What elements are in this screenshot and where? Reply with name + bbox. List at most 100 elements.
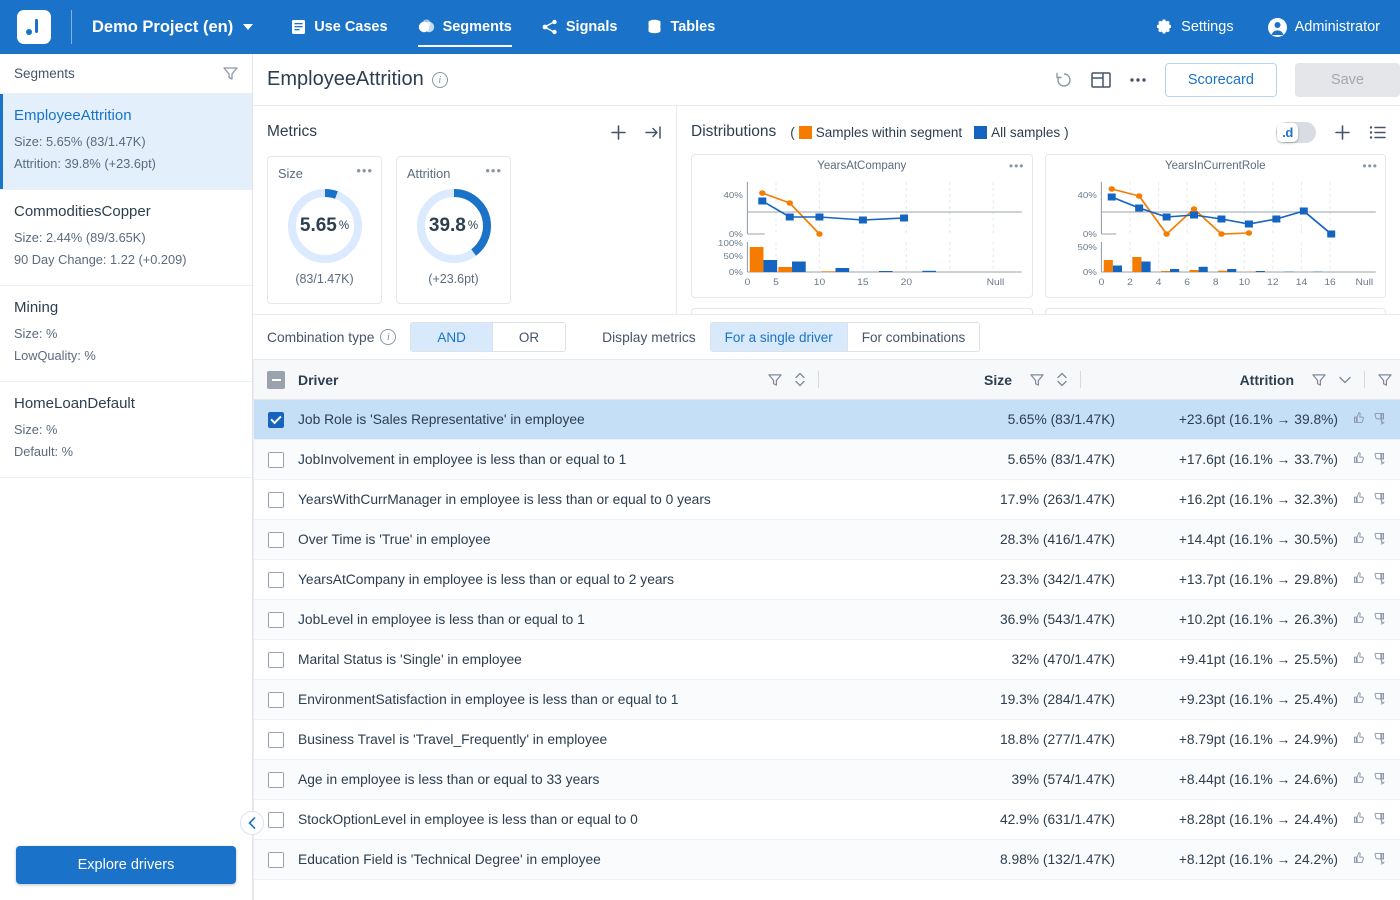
- nav-item-segments[interactable]: Segments: [418, 0, 512, 54]
- sidebar-item-mining[interactable]: Mining Size: % LowQuality: %: [0, 286, 252, 382]
- table-row[interactable]: YearsWithCurrManager in employee is less…: [254, 480, 1400, 520]
- filter-icon[interactable]: [223, 66, 238, 81]
- add-distribution-icon[interactable]: [1334, 124, 1351, 141]
- row-checkbox[interactable]: [254, 612, 298, 628]
- row-checkbox[interactable]: [254, 772, 298, 788]
- thumbs-up-icon[interactable]: [1351, 691, 1365, 708]
- user-menu-button[interactable]: Administrator: [1268, 0, 1380, 54]
- thumbs-up-icon[interactable]: [1351, 851, 1365, 868]
- row-checkbox[interactable]: [254, 572, 298, 588]
- sort-icon[interactable]: [1057, 372, 1067, 387]
- row-checkbox[interactable]: [254, 492, 298, 508]
- distribution-card-partial-1[interactable]: [691, 308, 1033, 314]
- nav-item-use-cases[interactable]: Use Cases: [291, 0, 387, 54]
- combination-and-button[interactable]: AND: [411, 323, 493, 351]
- thumbs-down-icon[interactable]: [1373, 771, 1387, 788]
- thumbs-down-icon[interactable]: [1373, 611, 1387, 628]
- row-checkbox[interactable]: [254, 652, 298, 668]
- sidebar-item-employeeattrition[interactable]: EmployeeAttrition Size: 5.65% (83/1.47K)…: [0, 94, 252, 190]
- thumbs-up-icon[interactable]: [1351, 811, 1365, 828]
- thumbs-down-icon[interactable]: [1373, 731, 1387, 748]
- table-row[interactable]: JobLevel in employee is less than or equ…: [254, 600, 1400, 640]
- thumbs-down-icon[interactable]: [1373, 411, 1387, 428]
- settings-button[interactable]: Settings: [1155, 0, 1233, 54]
- more-icon[interactable]: •••: [1362, 159, 1378, 173]
- more-options-icon[interactable]: [1129, 77, 1147, 83]
- row-checkbox[interactable]: [254, 452, 298, 468]
- table-row[interactable]: Business Travel is 'Travel_Frequently' i…: [254, 720, 1400, 760]
- add-metric-icon[interactable]: [610, 124, 627, 141]
- cell-size: 39% (574/1.47K): [930, 772, 1115, 787]
- table-row[interactable]: Age in employee is less than or equal to…: [254, 760, 1400, 800]
- scorecard-button[interactable]: Scorecard: [1165, 63, 1277, 97]
- more-icon[interactable]: •••: [356, 163, 373, 178]
- filter-icon[interactable]: [1378, 373, 1392, 387]
- reset-icon[interactable]: [1055, 71, 1073, 89]
- table-row[interactable]: JobInvolvement in employee is less than …: [254, 440, 1400, 480]
- distribution-card-yearsatcompany[interactable]: YearsAtCompany ••• 4: [691, 154, 1033, 298]
- nav-item-signals[interactable]: Signals: [542, 0, 618, 54]
- nav-item-tables[interactable]: Tables: [647, 0, 715, 54]
- filter-icon[interactable]: [768, 373, 782, 387]
- filter-icon[interactable]: [1030, 373, 1044, 387]
- row-checkbox[interactable]: [254, 412, 298, 428]
- filter-icon[interactable]: [1312, 373, 1326, 387]
- distribution-card-partial-2[interactable]: [1045, 308, 1387, 314]
- metric-card-attrition[interactable]: Attrition ••• 39.8 %: [396, 156, 511, 304]
- chevron-down-icon[interactable]: [1339, 376, 1351, 384]
- list-view-icon[interactable]: [1369, 125, 1386, 140]
- sidebar-item-homeloandefault[interactable]: HomeLoanDefault Size: % Default: %: [0, 382, 252, 478]
- table-row[interactable]: Education Field is 'Technical Degree' in…: [254, 840, 1400, 880]
- sidebar-collapse-button[interactable]: [240, 811, 264, 835]
- column-header-size[interactable]: Size: [827, 372, 1012, 388]
- display-single-driver-button[interactable]: For a single driver: [711, 323, 848, 351]
- table-row[interactable]: StockOptionLevel in employee is less tha…: [254, 800, 1400, 840]
- more-icon[interactable]: •••: [1009, 159, 1025, 173]
- display-combinations-button[interactable]: For combinations: [848, 323, 980, 351]
- combination-or-button[interactable]: OR: [493, 323, 565, 351]
- thumbs-down-icon[interactable]: [1373, 851, 1387, 868]
- thumbs-up-icon[interactable]: [1351, 531, 1365, 548]
- thumbs-up-icon[interactable]: [1351, 451, 1365, 468]
- more-icon[interactable]: •••: [485, 163, 502, 178]
- row-checkbox[interactable]: [254, 532, 298, 548]
- thumbs-down-icon[interactable]: [1373, 651, 1387, 668]
- thumbs-up-icon[interactable]: [1351, 411, 1365, 428]
- thumbs-up-icon[interactable]: [1351, 771, 1365, 788]
- distributions-toggle[interactable]: .d: [1276, 122, 1316, 143]
- thumbs-up-icon[interactable]: [1351, 651, 1365, 668]
- thumbs-down-icon[interactable]: [1373, 691, 1387, 708]
- thumbs-up-icon[interactable]: [1351, 611, 1365, 628]
- thumbs-down-icon[interactable]: [1373, 531, 1387, 548]
- expand-right-icon[interactable]: [645, 125, 662, 140]
- table-row[interactable]: Marital Status is 'Single' in employee32…: [254, 640, 1400, 680]
- column-header-driver[interactable]: Driver: [298, 372, 768, 388]
- thumbs-up-icon[interactable]: [1351, 731, 1365, 748]
- info-icon[interactable]: i: [380, 329, 396, 345]
- distribution-card-yearsincurrentrole[interactable]: YearsInCurrentRole •••: [1045, 154, 1387, 298]
- project-selector[interactable]: Demo Project (en): [92, 18, 253, 37]
- thumbs-down-icon[interactable]: [1373, 491, 1387, 508]
- sidebar-item-commoditiescopper[interactable]: CommoditiesCopper Size: 2.44% (89/3.65K)…: [0, 190, 252, 286]
- save-button[interactable]: Save: [1295, 63, 1400, 97]
- row-checkbox[interactable]: [254, 732, 298, 748]
- app-logo-icon[interactable]: [17, 10, 51, 44]
- explore-drivers-button[interactable]: Explore drivers: [16, 846, 236, 884]
- thumbs-down-icon[interactable]: [1373, 811, 1387, 828]
- thumbs-down-icon[interactable]: [1373, 571, 1387, 588]
- row-checkbox[interactable]: [254, 852, 298, 868]
- layout-icon[interactable]: [1091, 71, 1111, 89]
- select-all-checkbox[interactable]: [254, 371, 298, 389]
- table-row[interactable]: Job Role is 'Sales Representative' in em…: [254, 400, 1400, 440]
- table-row[interactable]: Over Time is 'True' in employee28.3% (41…: [254, 520, 1400, 560]
- row-checkbox[interactable]: [254, 692, 298, 708]
- metric-card-size[interactable]: Size ••• 5.65 %: [267, 156, 382, 304]
- thumbs-down-icon[interactable]: [1373, 451, 1387, 468]
- thumbs-up-icon[interactable]: [1351, 491, 1365, 508]
- table-row[interactable]: YearsAtCompany in employee is less than …: [254, 560, 1400, 600]
- info-icon[interactable]: i: [432, 72, 448, 88]
- sort-icon[interactable]: [795, 372, 805, 387]
- column-header-attrition[interactable]: Attrition: [1089, 372, 1294, 388]
- thumbs-up-icon[interactable]: [1351, 571, 1365, 588]
- table-row[interactable]: EnvironmentSatisfaction in employee is l…: [254, 680, 1400, 720]
